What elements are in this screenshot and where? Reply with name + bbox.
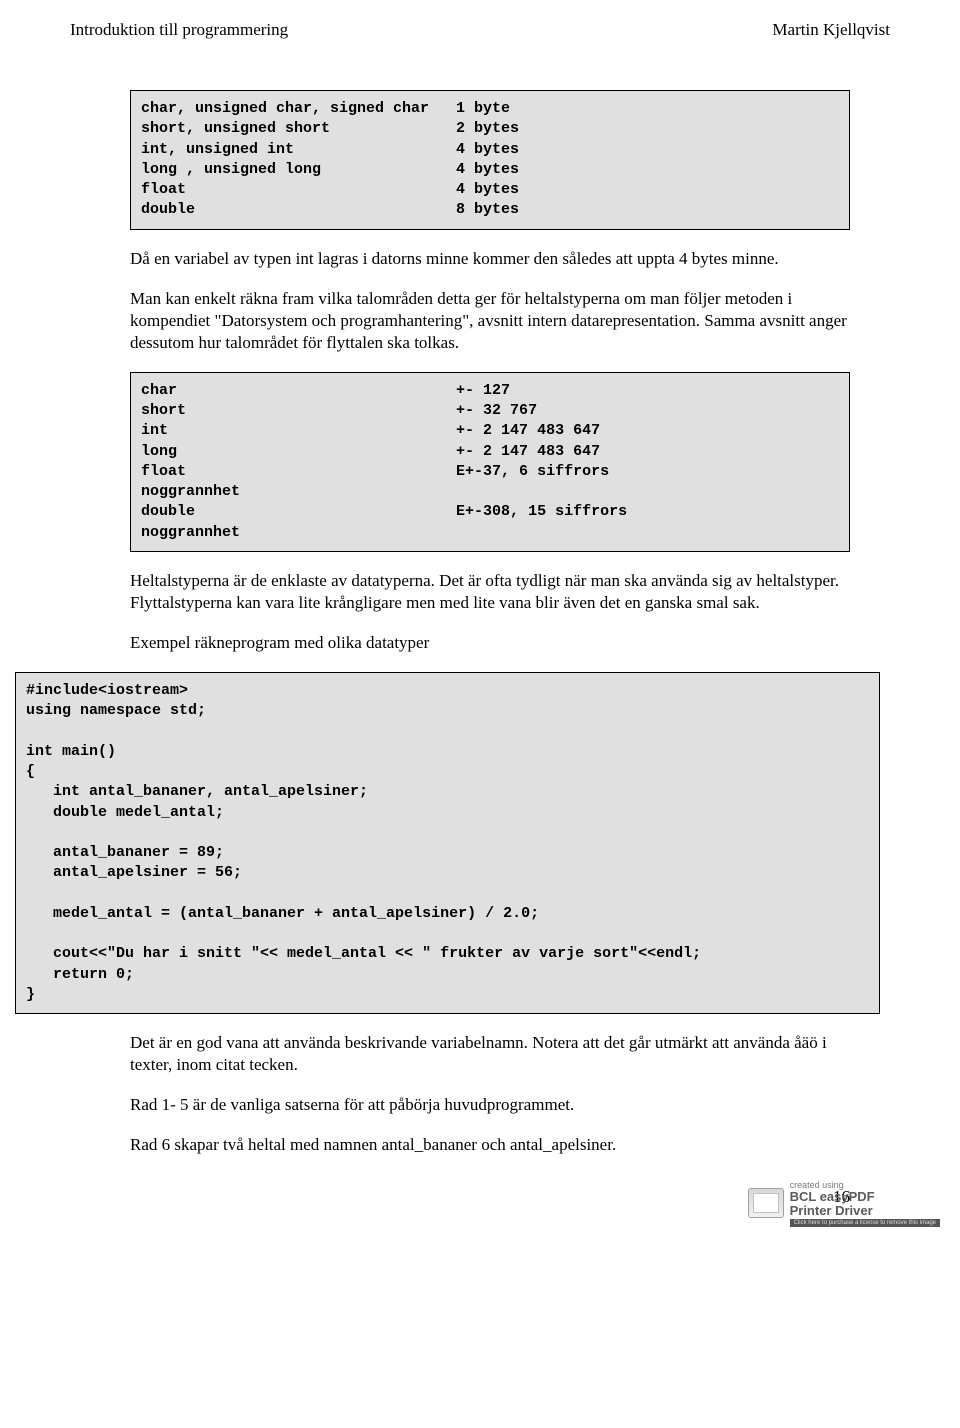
paragraph-6: Rad 1- 5 är de vanliga satserna för att … [130,1094,850,1116]
paragraph-4: Exempel räkneprogram med olika datatyper [130,632,850,654]
pdf-watermark[interactable]: created using BCL easyPDF Printer Driver… [748,1180,940,1226]
header-left: Introduktion till programmering [70,20,288,40]
document-page: Introduktion till programmering Martin K… [0,0,960,1237]
page-number: 16 [70,1187,850,1207]
page-header: Introduktion till programmering Martin K… [70,20,890,40]
watermark-product-line1: BCL easyPDF [790,1190,940,1204]
watermark-text: created using BCL easyPDF Printer Driver… [790,1180,940,1226]
paragraph-3: Heltalstyperna är de enklaste av datatyp… [130,570,850,614]
watermark-product-line2: Printer Driver [790,1204,940,1218]
codebox-type-sizes: char, unsigned char, signed char 1 byte … [130,90,850,230]
watermark-click-text: Click here to purchase a license to remo… [790,1219,940,1227]
codebox-type-ranges: char +- 127 short +- 32 767 int +- 2 147… [130,372,850,552]
header-right: Martin Kjellqvist [772,20,890,40]
codebox-example-program: #include<iostream> using namespace std; … [15,672,880,1014]
paragraph-2: Man kan enkelt räkna fram vilka talområd… [130,288,850,354]
paragraph-7: Rad 6 skapar två heltal med namnen antal… [130,1134,850,1156]
paragraph-5: Det är en god vana att använda beskrivan… [130,1032,850,1076]
printer-icon [748,1188,784,1218]
paragraph-1: Då en variabel av typen int lagras i dat… [130,248,850,270]
